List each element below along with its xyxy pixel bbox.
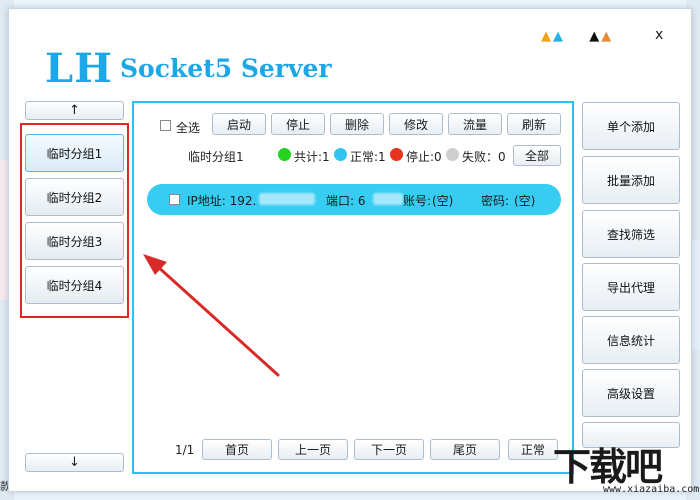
socket5-server-window: LH Socket5 Server ▲ ▲ ▲ ▲ x ↑ 临时分组1 临时分组2 … [8,8,692,492]
page-indicator: 1/1 [175,443,195,457]
advanced-settings-button[interactable]: 高级设置 [582,369,680,417]
watermark-logo: 下载吧 [553,445,663,489]
statistics-button[interactable]: 信息统计 [582,316,680,364]
batch-add-button[interactable]: 批量添加 [582,156,680,204]
last-page-button[interactable]: 尾页 [430,439,500,460]
prev-page-button[interactable]: 上一页 [278,439,348,460]
add-single-button[interactable]: 单个添加 [582,102,680,150]
mode-button[interactable]: 正常 [508,439,558,460]
export-proxy-button[interactable]: 导出代理 [582,263,680,311]
site-watermark: 下载吧 www.xiazaiba.com [553,436,699,496]
next-page-button[interactable]: 下一页 [354,439,424,460]
first-page-button[interactable]: 首页 [202,439,272,460]
watermark-url: www.xiazaiba.com [603,484,700,495]
search-filter-button[interactable]: 查找筛选 [582,210,680,258]
